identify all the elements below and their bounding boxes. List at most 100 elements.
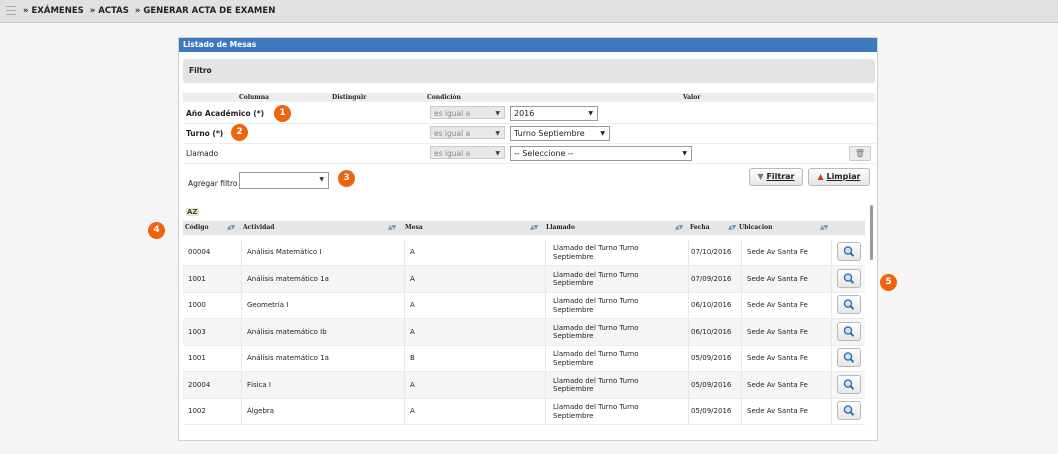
condition-select[interactable]: es igual a ▼	[430, 106, 505, 119]
header-actividad[interactable]: Actividad	[243, 221, 274, 235]
cell-llamado: Llamado del Turno Turno Septiembre	[553, 324, 639, 341]
breadcrumb-separator: »	[23, 6, 29, 16]
annotation-badge-2: 2	[231, 124, 248, 141]
cell-actividad: Análisis matemático 1a	[247, 274, 329, 283]
sort-arrows-icon[interactable]: ▲▼	[530, 221, 538, 235]
view-mesa-button[interactable]	[837, 374, 861, 394]
col-columna: Columna	[239, 94, 270, 101]
column-divider	[688, 371, 689, 398]
cell-ubicacion: Sede Av Santa Fe	[747, 407, 808, 415]
filtrar-button[interactable]: ▼ Filtrar	[749, 168, 803, 186]
cell-ubicacion: Sede Av Santa Fe	[747, 354, 808, 362]
column-divider	[741, 239, 742, 265]
delete-filter-button[interactable]: 🗑	[849, 146, 871, 161]
table-row[interactable]: 1001 Análisis matemático 1a B 05/09/2016 Sed…	[183, 345, 865, 372]
column-divider	[831, 292, 832, 318]
chevron-down-icon: ▼	[319, 176, 324, 183]
column-divider	[831, 239, 832, 265]
cell-actividad: Análisis matemático Ib	[247, 327, 327, 336]
llamado-line: Septiembre	[553, 279, 594, 287]
column-divider	[688, 239, 689, 265]
column-divider	[688, 318, 689, 345]
value-text: Turno Septiembre	[514, 129, 585, 138]
llamado-line: Llamado del Turno Turno	[553, 350, 639, 358]
column-divider	[404, 239, 405, 265]
cell-codigo: 1001	[188, 274, 206, 283]
column-divider	[831, 345, 832, 371]
column-divider	[241, 398, 242, 424]
cell-actividad: Análisis matemático 1a	[247, 354, 329, 362]
menu-icon[interactable]	[6, 6, 16, 15]
column-divider	[404, 318, 405, 345]
table-row[interactable]: 1001 Análisis matemático 1a A 07/09/2016 Sed…	[183, 265, 865, 293]
breadcrumb-item-examenes[interactable]: EXÁMENES	[32, 6, 84, 16]
sort-arrows-icon[interactable]: ▲▼	[227, 221, 235, 235]
llamado-line: Llamado del Turno Turno	[553, 403, 639, 411]
view-mesa-button[interactable]	[837, 348, 861, 367]
value-select[interactable]: 2016 ▼	[510, 106, 598, 121]
table-row[interactable]: 1002 Álgebra A 05/09/2016 Sede Av Santa Fe Ll…	[183, 398, 865, 425]
cell-llamado: Llamado del Turno Turno Septiembre	[553, 297, 639, 314]
header-llamado[interactable]: Llamado	[546, 221, 575, 235]
table-row[interactable]: 00004 Análisis Matemático I A 07/10/2016 Sed…	[183, 239, 865, 266]
column-divider	[545, 265, 546, 292]
view-mesa-button[interactable]	[837, 268, 861, 288]
sort-arrows-icon[interactable]: ▲▼	[728, 221, 736, 235]
cell-codigo: 1001	[188, 354, 206, 362]
llamado-line: Septiembre	[553, 305, 594, 314]
column-divider	[241, 345, 242, 371]
table-row[interactable]: 1000 Geometría I A 06/10/2016 Sede Av Santa …	[183, 292, 865, 319]
value-select[interactable]: -- Seleccione -- ▼	[510, 146, 692, 161]
column-divider	[545, 345, 546, 371]
llamado-line: Septiembre	[553, 252, 594, 261]
column-divider	[688, 265, 689, 292]
breadcrumb-item-actas[interactable]: ACTAS	[98, 6, 129, 16]
chevron-down-icon: ▼	[495, 130, 500, 137]
cell-codigo: 1002	[188, 407, 206, 415]
header-ubicacion[interactable]: Ubicacion	[739, 221, 773, 235]
magnifier-icon	[843, 299, 855, 310]
magnifier-icon	[843, 325, 855, 337]
filter-section-title: Filtro	[183, 59, 875, 83]
cell-mesa: A	[410, 274, 415, 283]
column-divider	[545, 318, 546, 345]
condition-select[interactable]: es igual a ▼	[430, 126, 505, 139]
breadcrumb-item-generar-acta: GENERAR ACTA DE EXAMEN	[143, 6, 276, 16]
sort-az-icon[interactable]: AZ	[186, 208, 199, 216]
table-row[interactable]: 20004 Física I A 05/09/2016 Sede Av Santa Fe…	[183, 371, 865, 399]
view-mesa-button[interactable]	[837, 321, 861, 341]
view-mesa-button[interactable]	[837, 401, 861, 420]
annotation-badge-5: 5	[880, 274, 897, 291]
table-row[interactable]: 1003 Análisis matemático Ib A 06/10/2016 Sed…	[183, 318, 865, 346]
cell-mesa: B	[410, 354, 415, 362]
condition-select[interactable]: es igual a ▼	[430, 146, 505, 159]
add-filter-select[interactable]: ▼	[239, 172, 329, 189]
llamado-line: Septiembre	[553, 385, 594, 393]
cell-codigo: 1003	[188, 327, 206, 336]
sort-arrows-icon[interactable]: ▲▼	[820, 221, 828, 235]
scrollbar-thumb[interactable]	[870, 205, 873, 260]
cell-ubicacion: Sede Av Santa Fe	[747, 274, 808, 283]
cell-actividad: Álgebra	[247, 407, 275, 415]
filter-columns-header: Columna Distinguir Condición Valor	[183, 93, 875, 102]
annotation-badge-1: 1	[274, 105, 291, 122]
value-select[interactable]: Turno Septiembre ▼	[510, 126, 610, 141]
cell-ubicacion: Sede Av Santa Fe	[747, 301, 808, 309]
col-condicion: Condición	[427, 94, 461, 101]
breadcrumb-separator: »	[89, 6, 96, 16]
sort-arrows-icon[interactable]: ▲▼	[675, 221, 683, 235]
header-codigo[interactable]: Código	[185, 221, 208, 235]
column-divider	[545, 398, 546, 424]
header-mesa[interactable]: Mesa	[405, 221, 423, 235]
column-divider	[404, 371, 405, 398]
header-fecha[interactable]: Fecha	[690, 221, 710, 235]
chevron-down-icon: ▼	[600, 130, 605, 137]
limpiar-button[interactable]: ▲ Limpiar	[808, 168, 870, 186]
view-mesa-button[interactable]	[837, 295, 861, 314]
breadcrumb-separator: »	[134, 6, 141, 16]
llamado-line: Septiembre	[553, 332, 594, 340]
sort-arrows-icon[interactable]: ▲▼	[388, 221, 396, 235]
column-divider	[688, 345, 689, 371]
column-divider	[831, 398, 832, 424]
view-mesa-button[interactable]	[837, 242, 861, 261]
